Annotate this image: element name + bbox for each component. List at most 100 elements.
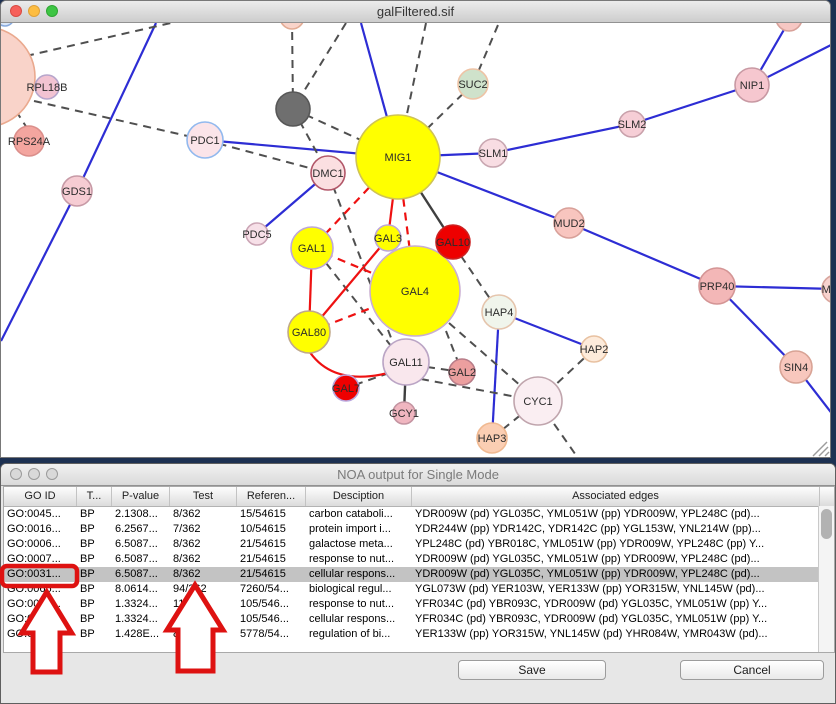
table-row[interactable]: GO:0050...BP1.428E...80/3625778/54...reg… [4, 627, 834, 642]
node-circle[interactable] [276, 92, 310, 126]
node-label: HAP4 [485, 307, 514, 319]
node-big-left[interactable] [1, 27, 35, 127]
table-cell: BP [77, 537, 112, 552]
table-cell: GO:0045... [4, 507, 77, 522]
graph-edge [493, 124, 632, 153]
table-cell: BP [77, 627, 112, 642]
zoom-icon[interactable] [46, 5, 58, 17]
minimize-icon[interactable] [28, 5, 40, 17]
table-cell: cellular respons... [306, 612, 412, 627]
save-button[interactable]: Save [458, 660, 606, 680]
node-MUD2[interactable]: MUD2 [553, 208, 584, 238]
node-GAL80[interactable]: GAL80 [288, 311, 330, 353]
table-cell: 105/546... [237, 612, 306, 627]
table-cell: 8.0614... [112, 582, 170, 597]
table-cell: 6.2567... [112, 522, 170, 537]
column-header-test[interactable]: Test [170, 487, 237, 506]
noa-window-titlebar[interactable]: NOA output for Single Mode [1, 464, 835, 486]
node-PRP40[interactable]: PRP40 [699, 268, 735, 304]
vertical-scrollbar[interactable] [818, 506, 834, 652]
table-cell: 8/362 [170, 552, 237, 567]
table-cell: galactose meta... [306, 537, 412, 552]
column-header-associated-edges[interactable]: Associated edges [412, 487, 820, 506]
column-header-t[interactable]: T... [77, 487, 112, 506]
table-row[interactable]: GO:0007...BP6.5087...8/36221/54615respon… [4, 552, 834, 567]
node-SIN4[interactable]: SIN4 [780, 351, 812, 383]
table-row[interactable]: GO:0065...BP8.0614...94/3627260/54...bio… [4, 582, 834, 597]
table-row[interactable]: GO:0045...BP2.1308...8/36215/54615carbon… [4, 507, 834, 522]
table-cell: 21/54615 [237, 552, 306, 567]
graph-edges [1, 15, 830, 457]
node-label: MUD2 [553, 218, 584, 230]
table-cell: 8/362 [170, 537, 237, 552]
table-cell: 21/54615 [237, 537, 306, 552]
node-NIP1[interactable]: NIP1 [735, 68, 769, 102]
node-HAP4[interactable]: HAP4 [482, 295, 516, 329]
node-label: GAL4 [401, 286, 429, 298]
node-MIG1[interactable]: MIG1 [356, 115, 440, 199]
close-icon[interactable] [10, 468, 22, 480]
table-cell: 80/362 [170, 627, 237, 642]
node-GAL3[interactable]: GAL3 [374, 225, 402, 251]
table-body: GO:0045...BP2.1308...8/36215/54615carbon… [4, 507, 834, 642]
node-label: MIG1 [385, 152, 412, 164]
minimize-icon[interactable] [28, 468, 40, 480]
node-MSL1[interactable]: MSL1 [822, 275, 830, 303]
table-cell: 11/362 [170, 597, 237, 612]
node-GAL11[interactable]: GAL11 [383, 339, 429, 385]
node-label: GAL1 [298, 243, 326, 255]
node-GAL7[interactable]: GAL7 [332, 375, 360, 401]
table-row[interactable]: GO:0031...BP6.5087...8/36221/54615cellul… [4, 567, 834, 582]
table-cell: YFR034C (pd) YBR093C, YDR009W (pd) YGL03… [412, 612, 820, 627]
node-label: HAP2 [580, 344, 609, 356]
node-label: PDC1 [190, 135, 219, 147]
table-cell: GO:0031... [4, 567, 77, 582]
table-row[interactable]: GO:0031...BP1.3324...11/362105/546...cel… [4, 612, 834, 627]
table-cell: 6.5087... [112, 537, 170, 552]
node-PDC1[interactable]: PDC1 [187, 122, 223, 158]
column-header-go-id[interactable]: GO ID [4, 487, 77, 506]
node-SUC2[interactable]: SUC2 [458, 69, 488, 99]
column-header-desciption[interactable]: Desciption [306, 487, 412, 506]
node-label: GDS1 [62, 186, 92, 198]
cancel-button[interactable]: Cancel [680, 660, 824, 680]
graph-edge [569, 223, 717, 286]
resize-grip[interactable] [813, 442, 829, 456]
column-header-p-value[interactable]: P-value [112, 487, 170, 506]
node-SLM2[interactable]: SLM2 [618, 111, 647, 137]
node-GDS1[interactable]: GDS1 [62, 176, 92, 206]
table-row[interactable]: GO:0031...BP1.3324...11/362105/546...res… [4, 597, 834, 612]
column-header-referen[interactable]: Referen... [237, 487, 306, 506]
node-label: MSL1 [822, 284, 830, 296]
table-cell: BP [77, 522, 112, 537]
table-cell: 1.428E... [112, 627, 170, 642]
zoom-icon[interactable] [46, 468, 58, 480]
node-GAL4[interactable]: GAL4 [370, 246, 460, 336]
node-circle[interactable] [1, 27, 35, 127]
node-gray-node[interactable] [276, 92, 310, 126]
table-cell: BP [77, 612, 112, 627]
node-DMC1[interactable]: DMC1 [311, 156, 345, 190]
node-HAP2[interactable]: HAP2 [580, 336, 609, 362]
network-window-titlebar[interactable]: galFiltered.sif [1, 1, 830, 23]
node-SLM1[interactable]: SLM1 [479, 139, 508, 167]
node-GCY1[interactable]: GCY1 [389, 402, 419, 424]
close-icon[interactable] [10, 5, 22, 17]
node-GAL1[interactable]: GAL1 [291, 227, 333, 269]
table-row[interactable]: GO:0006...BP6.5087...8/36221/54615galact… [4, 537, 834, 552]
node-HAP3[interactable]: HAP3 [477, 423, 507, 453]
node-RPS24A[interactable]: RPS24A [8, 126, 51, 156]
table-cell: 1.3324... [112, 597, 170, 612]
node-GAL2[interactable]: GAL2 [448, 359, 476, 385]
node-label: GAL80 [292, 327, 326, 339]
node-label: RPL18B [27, 82, 68, 94]
graph-edge [492, 312, 499, 438]
node-CYC1[interactable]: CYC1 [514, 377, 562, 425]
table-cell: 11/362 [170, 612, 237, 627]
graph-edge [1, 191, 77, 341]
node-GAL10[interactable]: GAL10 [436, 225, 470, 259]
scrollbar-thumb[interactable] [821, 509, 832, 539]
network-graph-canvas[interactable]: RPL18B RPS24A GDS1 PDC1 MIG1 DMC1 SUC2 SLM1 SLM2… [1, 1, 830, 457]
graph-edge [632, 85, 752, 124]
table-row[interactable]: GO:0016...BP6.2567...7/36210/54615protei… [4, 522, 834, 537]
